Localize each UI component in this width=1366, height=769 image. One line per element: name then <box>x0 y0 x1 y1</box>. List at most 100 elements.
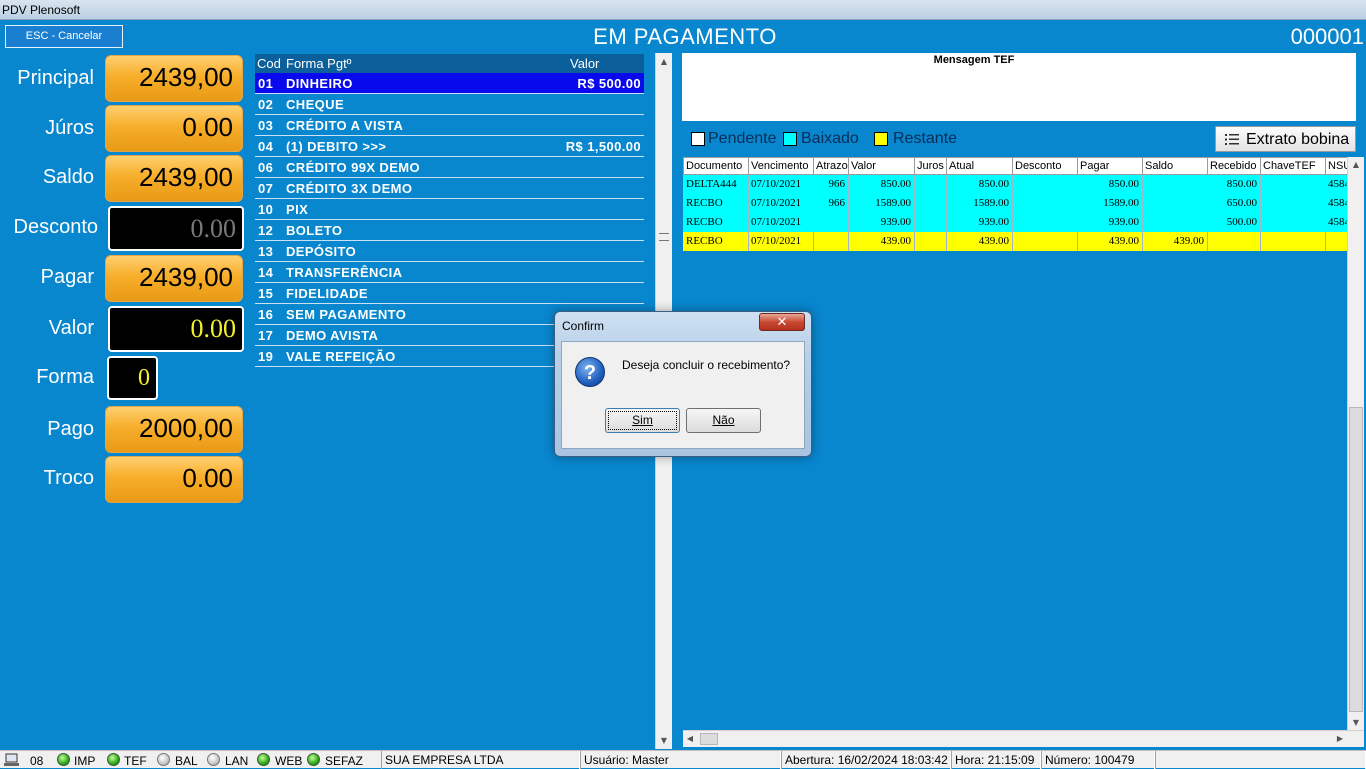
scroll-left-arrow-icon[interactable]: ◀ <box>685 734 695 743</box>
extrato-bobina-button[interactable]: Extrato bobina <box>1215 126 1356 152</box>
user-info: Usuário: Master <box>580 751 781 769</box>
close-icon[interactable]: ✕ <box>759 313 805 331</box>
scroll-up-arrow-icon[interactable]: ▲ <box>656 57 672 66</box>
grid-horizontal-scrollbar[interactable]: ◀ ▶ <box>683 730 1364 747</box>
scroll-thumb[interactable] <box>700 733 718 745</box>
cell-desconto <box>1012 232 1078 251</box>
cell-atrazo <box>813 232 849 251</box>
payment-code: 06 <box>258 160 274 175</box>
grid-header-nsu[interactable]: NSU <box>1325 157 1347 175</box>
cell-nsu: 4584 <box>1325 213 1347 232</box>
dialog-body: ? Deseja concluir o recebimento? Sim Não <box>561 341 805 449</box>
cell-recebido: 650.00 <box>1207 194 1261 213</box>
question-icon: ? <box>575 357 605 387</box>
terminal-icon <box>4 753 19 766</box>
cell-pagar: 439.00 <box>1077 232 1143 251</box>
payment-row[interactable]: 02 CHEQUE <box>255 94 644 115</box>
payment-row[interactable]: 13 DEPÓSITO <box>255 241 644 262</box>
payment-name: CHEQUE <box>286 97 345 112</box>
grid-row[interactable]: RECBO 07/10/2021 966 1589.00 1589.00 1589.00 6… <box>683 194 1347 213</box>
list-icon <box>1225 134 1239 145</box>
grid-header-atual[interactable]: Atual <box>946 157 1013 175</box>
tef-label: TEF <box>124 754 147 768</box>
payment-row[interactable]: 03 CRÉDITO A VISTA <box>255 115 644 136</box>
grid-header-atrazo[interactable]: Atrazo <box>813 157 849 175</box>
payment-row[interactable]: 01 DINHEIRO R$ 500.00 <box>255 73 644 94</box>
scroll-down-arrow-icon[interactable]: ▼ <box>656 736 672 745</box>
payment-row[interactable]: 04 (1) DEBITO >>> R$ 1,500.00 <box>255 136 644 157</box>
no-button[interactable]: Não <box>686 408 761 433</box>
payment-code: 13 <box>258 244 274 259</box>
cell-documento: RECBO <box>683 194 749 213</box>
confirm-dialog: Confirm ✕ ? Deseja concluir o recebiment… <box>554 311 812 457</box>
tef-status-icon <box>107 753 120 766</box>
payment-name: FIDELIDADE <box>286 286 368 301</box>
bal-status-icon <box>157 753 170 766</box>
cell-nsu: 4584 <box>1325 175 1347 194</box>
lan-status-icon <box>207 753 220 766</box>
payment-row[interactable]: 10 PIX <box>255 199 644 220</box>
cell-pagar: 850.00 <box>1077 175 1143 194</box>
grid-header-documento[interactable]: Documento <box>683 157 749 175</box>
scroll-up-arrow-icon[interactable]: ▲ <box>1348 160 1364 169</box>
forma-input[interactable]: 0 <box>107 356 158 400</box>
payment-row[interactable]: 06 CRÉDITO 99X DEMO <box>255 157 644 178</box>
imp-label: IMP <box>74 754 96 768</box>
cell-chavetef <box>1260 213 1326 232</box>
payment-code: 01 <box>258 76 274 91</box>
payment-code: 12 <box>258 223 274 238</box>
grid-row[interactable]: DELTA444 07/10/2021 966 850.00 850.00 850.00 8… <box>683 175 1347 194</box>
grid-row[interactable]: RECBO 07/10/2021 439.00 439.00 439.00 439.00 <box>683 232 1347 251</box>
payment-code: 03 <box>258 118 274 133</box>
grid-header-juros[interactable]: Juros <box>914 157 947 175</box>
cell-atrazo: 966 <box>813 175 849 194</box>
esc-cancel-button[interactable]: ESC - Cancelar <box>5 25 123 48</box>
cell-atual: 939.00 <box>946 213 1013 232</box>
order-number: 000001 <box>1290 24 1364 49</box>
scroll-right-arrow-icon[interactable]: ▶ <box>1335 734 1345 743</box>
payment-row[interactable]: 15 FIDELIDADE <box>255 283 644 304</box>
payment-row[interactable]: 14 TRANSFERÊNCIA <box>255 262 644 283</box>
troco-label: Troco <box>43 467 94 489</box>
terminal-number: 08 <box>30 754 44 768</box>
pago-label: Pago <box>47 418 94 440</box>
grid-header-vencimento[interactable]: Vencimento <box>748 157 814 175</box>
grid-header-pagar[interactable]: Pagar <box>1077 157 1143 175</box>
grid-header-saldo[interactable]: Saldo <box>1142 157 1208 175</box>
col-valor-header: Valor <box>570 56 600 71</box>
payment-value: R$ 1,500.00 <box>565 139 641 154</box>
grid-vertical-scrollbar[interactable]: ▲ ▼ <box>1347 157 1364 730</box>
cell-documento: RECBO <box>683 232 749 251</box>
payment-code: 02 <box>258 97 274 112</box>
payment-name: DINHEIRO <box>286 76 353 91</box>
valor-input[interactable]: 0.00 <box>108 306 244 352</box>
pagar-value: 2439,00 <box>105 255 243 302</box>
yes-button[interactable]: Sim <box>605 408 680 433</box>
sefaz-label: SEFAZ <box>325 754 364 768</box>
payment-row[interactable]: 12 BOLETO <box>255 220 644 241</box>
payment-name: SEM PAGAMENTO <box>286 307 407 322</box>
grid-header-recebido[interactable]: Recebido <box>1207 157 1261 175</box>
cell-recebido: 500.00 <box>1207 213 1261 232</box>
legend-pendente-label: Pendente <box>708 130 777 147</box>
desconto-input[interactable]: 0.00 <box>108 206 244 251</box>
grid-header-chavetef[interactable]: ChaveTEF <box>1260 157 1326 175</box>
status-spare-panel <box>1155 751 1366 769</box>
principal-label: Principal <box>17 67 94 89</box>
legend-baixado-label: Baixado <box>801 130 859 147</box>
grid-header-valor[interactable]: Valor <box>848 157 915 175</box>
cell-chavetef <box>1260 175 1326 194</box>
payment-row[interactable]: 07 CRÉDITO 3X DEMO <box>255 178 644 199</box>
cell-juros <box>914 194 947 213</box>
cell-saldo <box>1142 213 1208 232</box>
grid-row[interactable]: RECBO 07/10/2021 939.00 939.00 939.00 500.00 4… <box>683 213 1347 232</box>
window-title: PDV Plenosoft <box>2 3 81 17</box>
scroll-thumb[interactable] <box>1349 407 1363 712</box>
pago-value: 2000,00 <box>105 406 243 453</box>
desconto-label: Desconto <box>13 216 99 238</box>
grid-header-desconto[interactable]: Desconto <box>1012 157 1078 175</box>
forma-label: Forma <box>36 366 94 388</box>
number-info: Número: 100479 <box>1041 751 1155 769</box>
scroll-down-arrow-icon[interactable]: ▼ <box>1348 718 1364 727</box>
saldo-label: Saldo <box>42 166 94 188</box>
